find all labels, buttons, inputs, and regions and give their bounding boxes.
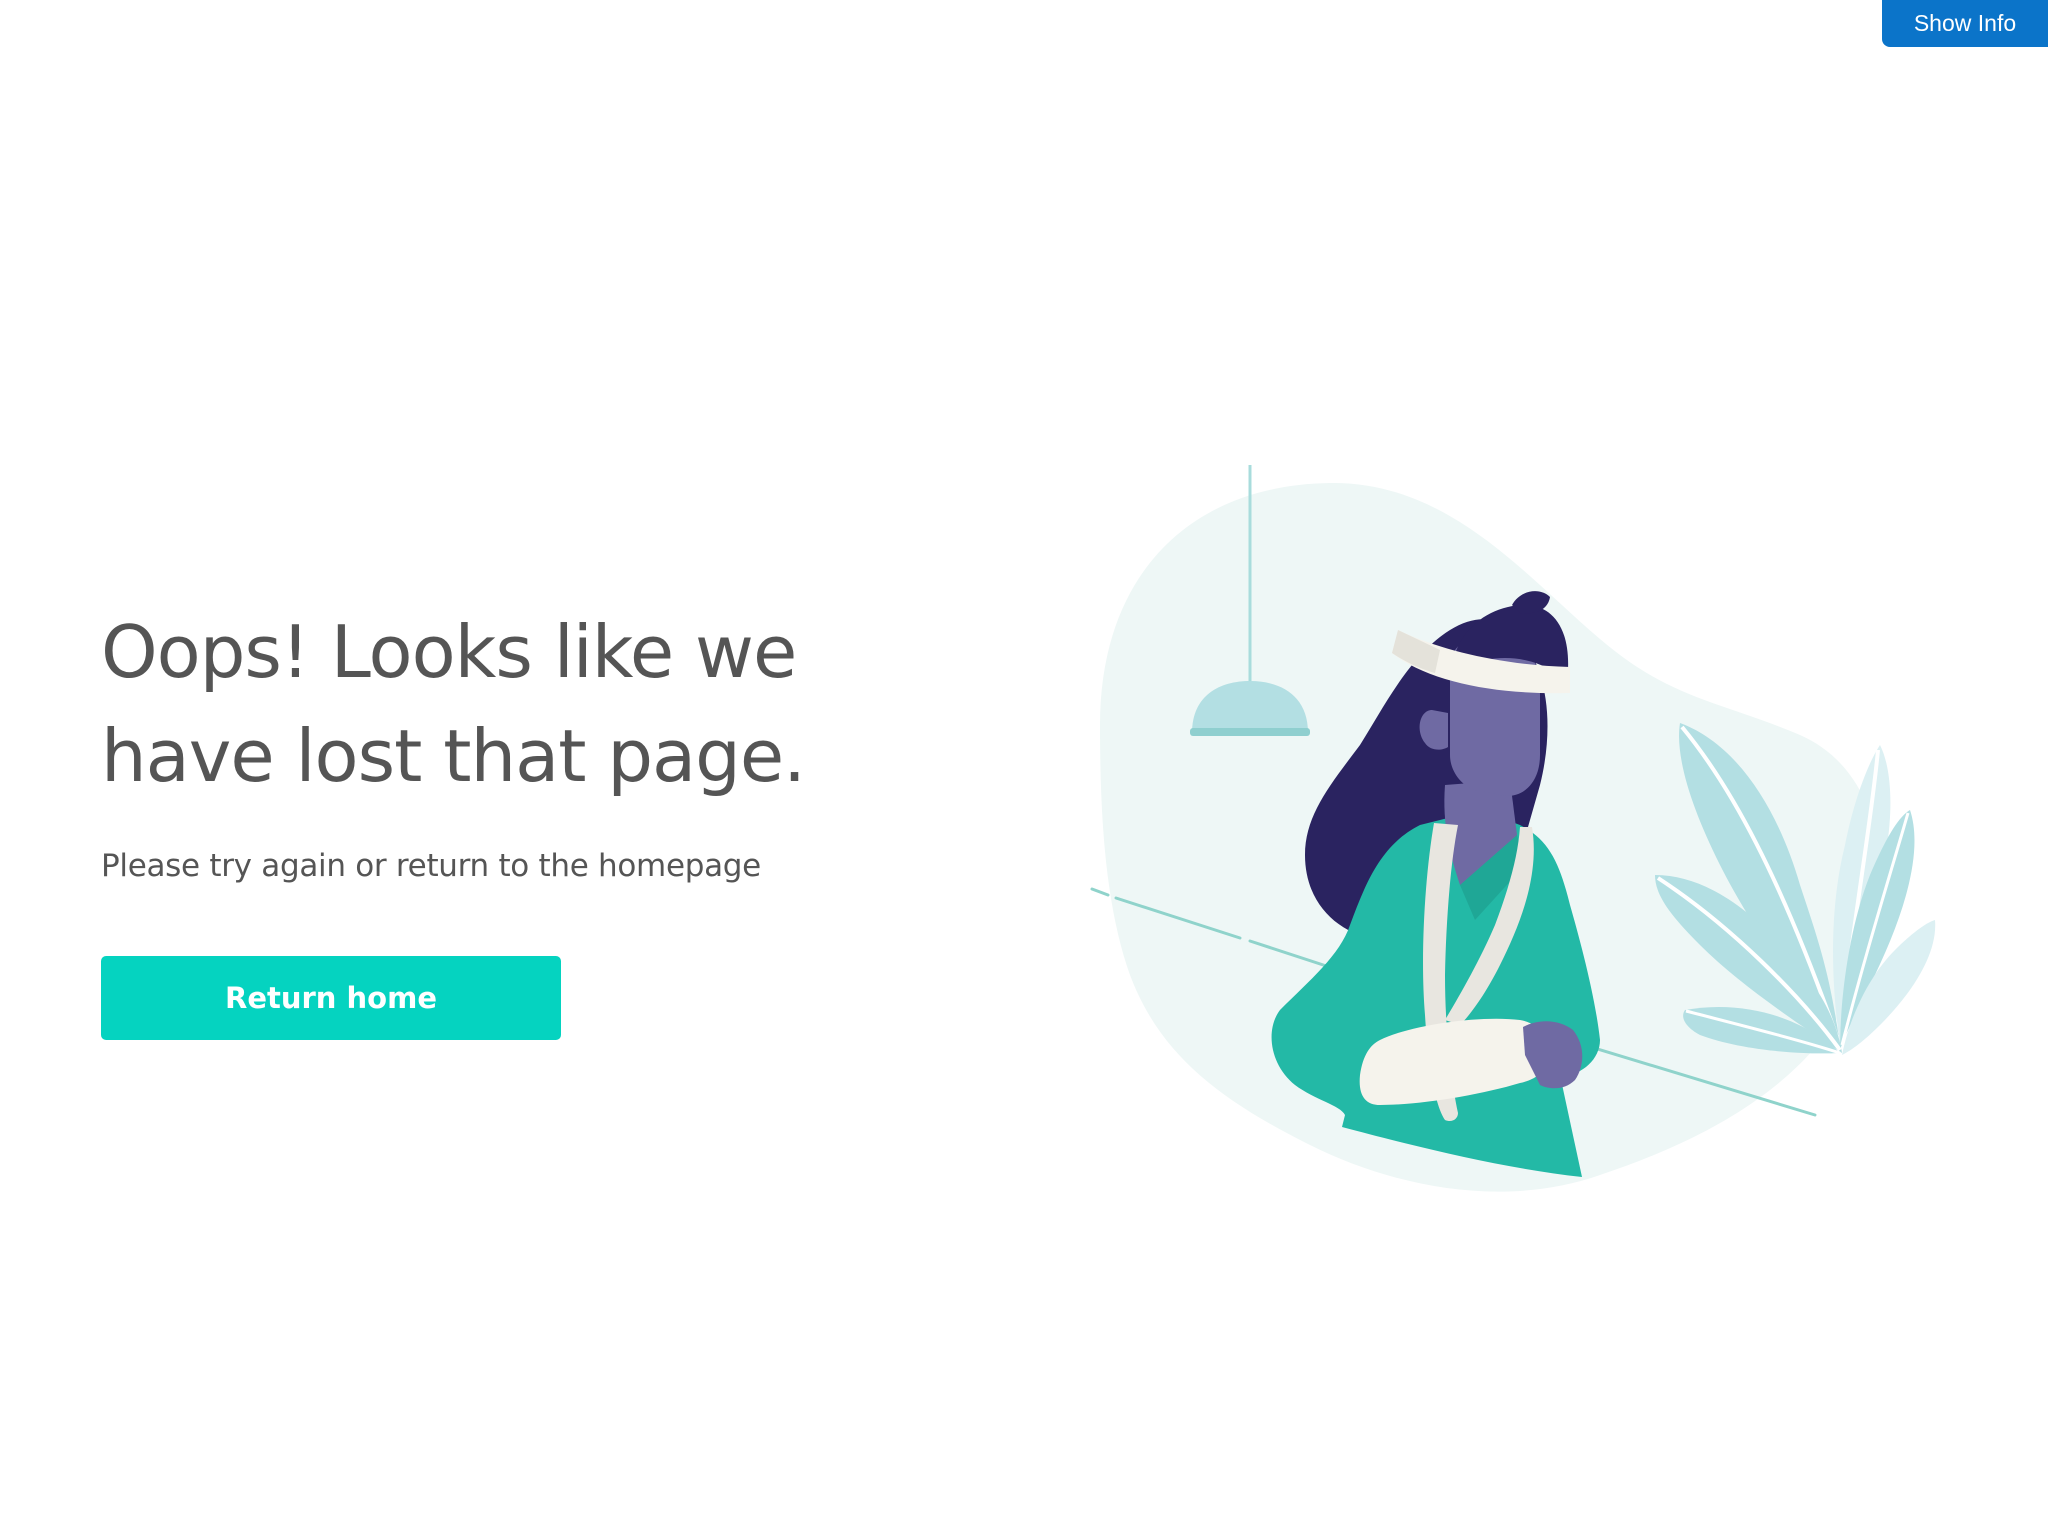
injured-person-illustration-icon <box>1090 465 1936 1192</box>
show-info-button[interactable]: Show Info <box>1882 0 2048 47</box>
page-title-line-2: have lost that page. <box>101 714 806 798</box>
page-title: Oops! Looks like we have lost that page. <box>101 600 861 808</box>
return-home-button[interactable]: Return home <box>101 956 561 1040</box>
error-page: Show Info Oops! Looks like we have lost … <box>0 0 2048 1536</box>
error-content: Oops! Looks like we have lost that page.… <box>101 600 861 1040</box>
lamp-rim <box>1190 728 1310 736</box>
page-title-line-1: Oops! Looks like we <box>101 610 797 694</box>
error-subtext: Please try again or return to the homepa… <box>101 848 761 884</box>
